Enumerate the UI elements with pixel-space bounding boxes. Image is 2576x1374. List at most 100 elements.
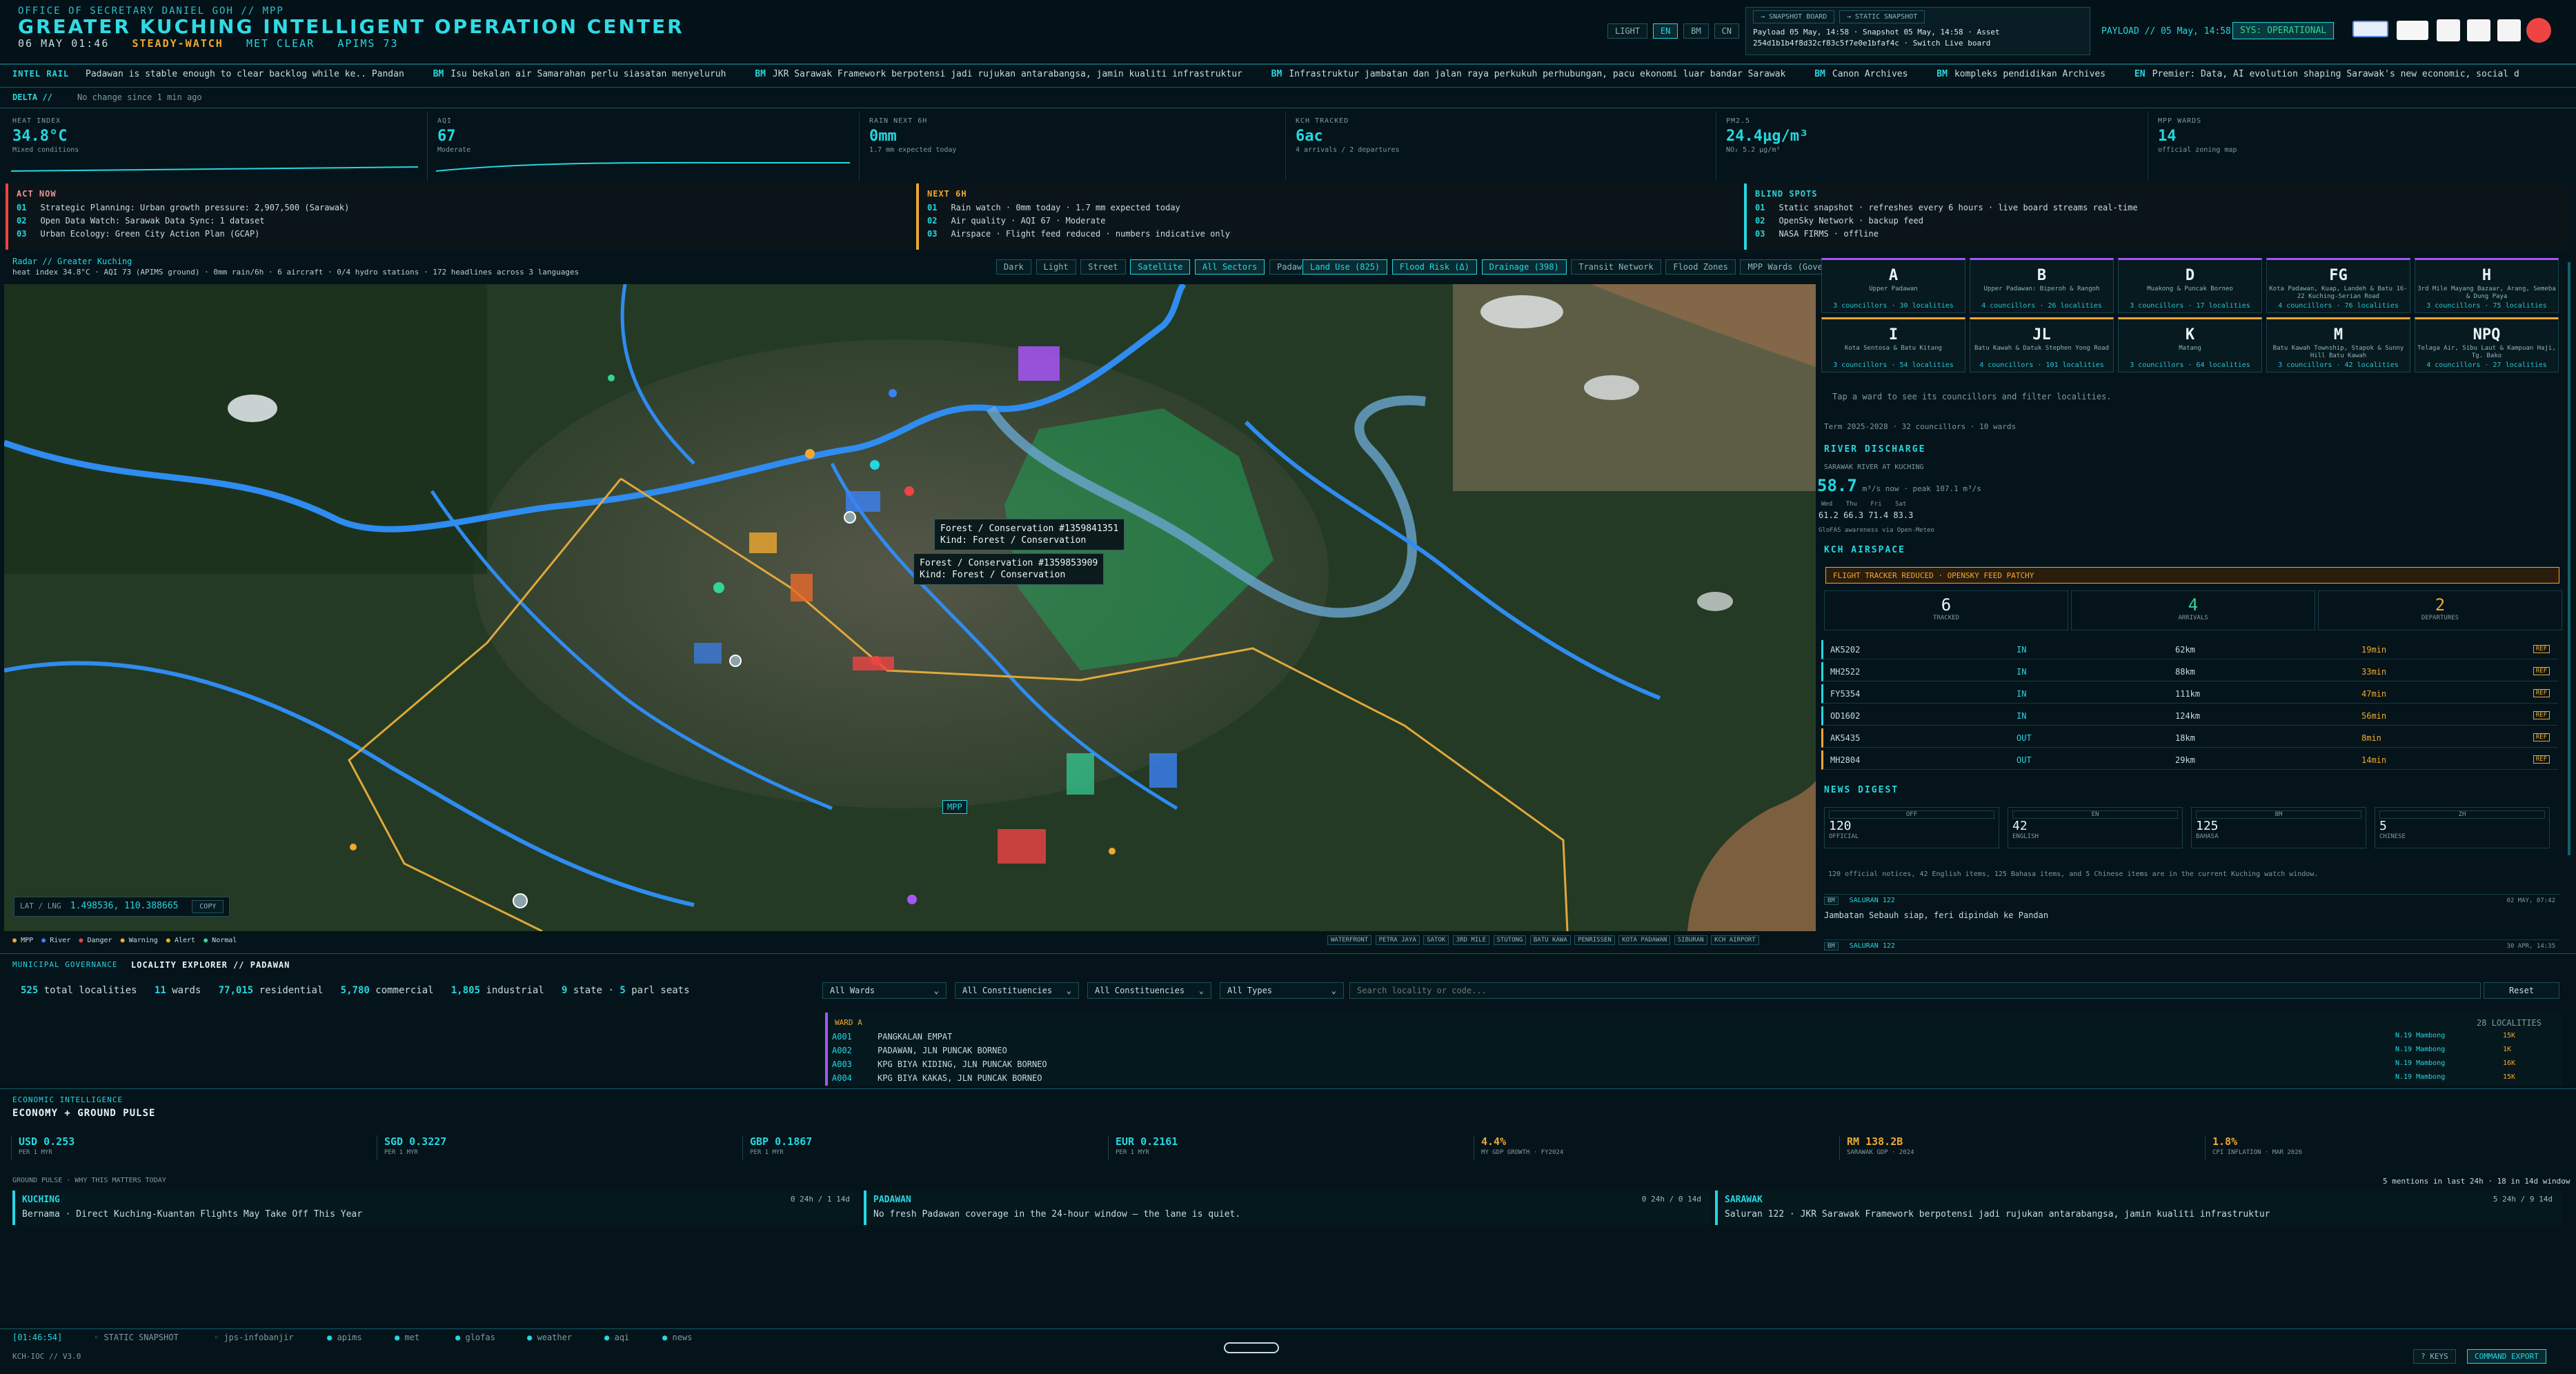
partner-logo-5[interactable] [2497, 19, 2521, 41]
place-chip[interactable]: KCH AIRPORT [1711, 935, 1759, 945]
flight-row[interactable]: MH2804 OUT 29km 14min REF [1821, 750, 2558, 770]
act-row[interactable]: 03 Urban Ecology: Green City Action Plan … [17, 229, 905, 239]
base-satellite-button[interactable]: Satellite [1130, 259, 1191, 275]
partner-logo-6[interactable] [2526, 18, 2551, 43]
command-export-button[interactable]: COMMAND EXPORT [2467, 1349, 2546, 1364]
news-count-chinese[interactable]: ZH 5 CHINESE [2375, 807, 2550, 848]
ticker-item[interactable]: BM Canon Archives [1814, 69, 1908, 79]
place-chip[interactable]: WATERFRONT [1327, 935, 1372, 945]
mpp-map-label[interactable]: MPP [942, 800, 967, 814]
place-chip[interactable]: SIBURAN [1674, 935, 1707, 945]
blind-row[interactable]: 03 NASA FIRMS · offline [1755, 229, 2561, 239]
light-mode-button[interactable]: LIGHT [1607, 23, 1648, 39]
flight-row[interactable]: OD1602 IN 124km 56min REF [1821, 706, 2558, 726]
copy-coordinates-button[interactable]: COPY [192, 900, 224, 913]
table-row[interactable]: A003 KPG BIYA KIDING, JLN PUNCAK BORNEO N.… [828, 1059, 2553, 1073]
keys-button[interactable]: ? KEYS [2413, 1349, 2456, 1364]
footer-feed[interactable]: ● weather [527, 1333, 572, 1342]
footer-feed[interactable]: ◦ jps-infobanjir [214, 1333, 294, 1342]
ticker-item[interactable]: BM JKR Sarawak Framework berpotensi jadi … [755, 69, 1242, 79]
reset-button[interactable]: Reset [2484, 982, 2559, 999]
base-light-button[interactable]: Light [1036, 259, 1076, 275]
drawer-handle[interactable] [1224, 1342, 1279, 1353]
table-row[interactable]: A001 PANGKALAN EMPAT N.19 Mambong 15K [828, 1032, 2553, 1046]
metric-pm25[interactable]: PM2.5 24.4µg/m³ NO₂ 5.2 µg/m³ [1721, 112, 2148, 181]
pulse-card-kuching[interactable]: KUCHING 0 24h / 1 14d Bernama · Direct Kuc… [12, 1191, 860, 1225]
pulse-card-sarawak[interactable]: SARAWAK 5 24h / 9 14d Saluran 122 · JKR Sa… [1715, 1191, 2562, 1225]
blind-row[interactable]: 01 Static snapshot · refreshes every 6 ho… [1755, 203, 2561, 212]
flight-row[interactable]: AK5435 OUT 18km 8min REF [1821, 728, 2558, 748]
econ-tile[interactable]: GBP 0.1867 PER 1 MYR [742, 1135, 1101, 1160]
lang-en-button[interactable]: EN [1652, 23, 1678, 39]
econ-tile[interactable]: RM 138.2B SARAWAK GDP · 2024 [1839, 1135, 2198, 1160]
footer-feed[interactable]: ● news [662, 1333, 692, 1342]
econ-tile[interactable]: 4.4% MY GDP GROWTH · FY2024 [1474, 1135, 1832, 1160]
act-row[interactable]: 01 Strategic Planning: Urban growth press… [17, 203, 905, 212]
locality-search-input[interactable] [1349, 982, 2481, 999]
metric-kch-tracked[interactable]: KCH TRACKED 6ac 4 arrivals / 2 departures [1290, 112, 1716, 181]
ward-card-i[interactable]: I Kota Sentosa & Batu Kitang 3 councillors… [1821, 317, 1965, 372]
place-chip[interactable]: KOTA PADAWAN [1618, 935, 1671, 945]
ticker-item[interactable]: EN Premier: Data, AI evolution shaping Sa… [2134, 69, 2519, 79]
footer-feed[interactable]: ● aqi [604, 1333, 629, 1342]
partner-logo-2[interactable] [2397, 21, 2428, 40]
news-item[interactable]: BM SALURAN 122 30 APR, 14:35 [1824, 939, 2559, 953]
footer-feed[interactable]: ◦ STATIC SNAPSHOT [94, 1333, 179, 1342]
constituency-filter-select[interactable]: All Constituencies ⌄ [955, 982, 1079, 999]
ward-card-jl[interactable]: JL Batu Kawah & Datuk Stephen Yong Road 4 … [1970, 317, 2114, 372]
table-row[interactable]: A002 PADAWAN, JLN PUNCAK BORNEO N.19 Mambo… [828, 1046, 2553, 1059]
footer-feed[interactable]: ● glofas [455, 1333, 495, 1342]
place-chip[interactable]: PETRA JAYA [1375, 935, 1420, 945]
ward-card-h[interactable]: H 3rd Mile Mayang Bazaar, Arang, Semeba &… [2415, 258, 2559, 313]
type-filter-select[interactable]: All Types ⌄ [1220, 982, 1344, 999]
ward-card-m[interactable]: M Batu Kawah Township, Stapok & Sunny Hil… [2266, 317, 2410, 372]
econ-tile[interactable]: EUR 0.2161 PER 1 MYR [1108, 1135, 1467, 1160]
base-dark-button[interactable]: Dark [996, 259, 1031, 275]
ward-card-k[interactable]: K Matang 3 councillors · 64 localities [2118, 317, 2262, 372]
transit-toggle[interactable]: Transit Network [1571, 259, 1661, 275]
next-row[interactable]: 01 Rain watch · 0mm today · 1.7 mm expect… [927, 203, 1733, 212]
news-count-english[interactable]: EN 42 ENGLISH [2008, 807, 2183, 848]
metric-aqi[interactable]: AQI 67 Moderate [432, 112, 860, 181]
news-item[interactable]: BM SALURAN 122 02 MAY, 07:42 Jambatan Se… [1824, 894, 2559, 928]
econ-tile[interactable]: USD 0.253 PER 1 MYR [11, 1135, 370, 1160]
ward-card-b[interactable]: B Upper Padawan: Biperoh & Rangoh 4 counci… [1970, 258, 2114, 313]
place-chip[interactable]: PENRISSEN [1574, 935, 1615, 945]
flood-risk-toggle[interactable]: Flood Risk (Δ) [1391, 259, 1477, 275]
news-count-official[interactable]: OFF 120 OFFICIAL [1824, 807, 1999, 848]
partner-logo-4[interactable] [2467, 19, 2490, 41]
base-street-button[interactable]: Street [1080, 259, 1126, 275]
map-popup-2[interactable]: Forest / Conservation #1359853909 Kind: F… [913, 553, 1104, 585]
intel-rail-ticker[interactable]: Padawan is stable enough to clear backlo… [86, 69, 2569, 79]
snapshot-board-button[interactable]: → SNAPSHOT BOARD [1753, 10, 1835, 23]
footer-feed[interactable]: ● met [395, 1333, 419, 1342]
table-row[interactable]: A004 KPG BIYA KAKAS, JLN PUNCAK BORNEO N.1… [828, 1073, 2553, 1087]
sector-filter-button[interactable]: All Sectors [1194, 259, 1265, 275]
next-row[interactable]: 03 Airspace · Flight feed reduced · numbe… [927, 229, 1733, 239]
place-chip[interactable]: STUTONG [1493, 935, 1527, 945]
lang-cn-button[interactable]: CN [1714, 23, 1739, 39]
static-snapshot-button[interactable]: → STATIC SNAPSHOT [1839, 10, 1925, 23]
pulse-card-padawan[interactable]: PADAWAN 0 24h / 0 14d No fresh Padawan cov… [864, 1191, 1711, 1225]
place-chip[interactable]: BATU KAWA [1529, 935, 1571, 945]
flight-row[interactable]: MH2522 IN 88km 33min REF [1821, 662, 2558, 681]
econ-tile[interactable]: 1.8% CPI INFLATION · MAR 2026 [2205, 1135, 2564, 1160]
ward-card-a[interactable]: A Upper Padawan 3 councillors · 30 localit… [1821, 258, 1965, 313]
footer-feed[interactable]: ● apims [327, 1333, 362, 1342]
partner-logo-1[interactable] [2352, 21, 2388, 37]
ward-filter-select[interactable]: All Wards ⌄ [822, 982, 947, 999]
ward-card-fg[interactable]: FG Kota Padawan, Kuap, Landeh & Batu 16-2… [2266, 258, 2410, 313]
place-chip[interactable]: 3RD MILE [1452, 935, 1490, 945]
news-count-bahasa[interactable]: BM 125 BAHASA [2191, 807, 2366, 848]
map-popup-1[interactable]: Forest / Conservation #1359841351 Kind: F… [934, 519, 1125, 550]
radar-map[interactable]: Forest / Conservation #1359841351 Kind: F… [4, 284, 1816, 931]
metric-mpp-wards[interactable]: MPP WARDS 14 official zoning map [2152, 112, 2566, 181]
metric-heat-index[interactable]: HEAT INDEX 34.8°C Mixed conditions [7, 112, 428, 181]
land-use-toggle[interactable]: Land Use (825) [1302, 259, 1388, 275]
blind-row[interactable]: 02 OpenSky Network · backup feed [1755, 216, 2561, 226]
ward-card-d[interactable]: D Muakong & Puncak Borneo 3 councillors · … [2118, 258, 2262, 313]
drainage-toggle[interactable]: Drainage (398) [1481, 259, 1567, 275]
flight-row[interactable]: AK5202 IN 62km 19min REF [1821, 640, 2558, 659]
ticker-item[interactable]: BM kompleks pendidikan Archives [1936, 69, 2106, 79]
place-chip[interactable]: SATOK [1423, 935, 1449, 945]
